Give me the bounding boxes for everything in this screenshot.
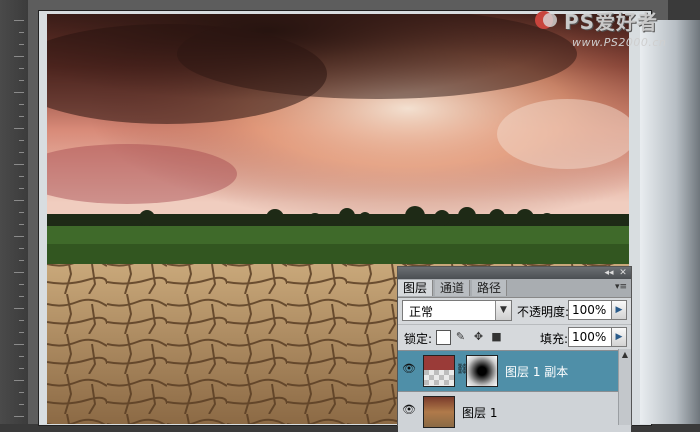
lock-all-icon[interactable]: ■ [490,330,503,343]
blend-opacity-row: 正常 ▼ 不透明度: 100% ▶ [398,298,631,322]
layer-row-copy[interactable]: 👁 ⛓ 图层 1 副本 [398,350,631,391]
opacity-label: 不透明度: [517,305,570,319]
scroll-up-icon[interactable]: ▲ [620,350,630,360]
lock-transparency-icon[interactable] [436,330,451,345]
layer-name[interactable]: 图层 1 [462,404,497,421]
eye-icon[interactable]: 👁 [402,404,416,416]
layers-panel: ◂◂ ✕ 图层 通道 路径 ▾≡ 正常 ▼ 不透明度: 100% ▶ 锁定: ✎… [397,266,632,432]
tab-layers[interactable]: 图层 [398,280,434,296]
opacity-field[interactable]: 100% [568,300,615,320]
layer-thumbnail[interactable] [423,355,455,387]
layer-thumbnail[interactable] [423,396,455,428]
eye-icon[interactable]: 👁 [402,363,416,375]
fill-label: 填充: [540,332,569,346]
lock-label: 锁定: [404,332,433,346]
ps-logo-icon [535,11,557,29]
layers-scrollbar[interactable]: ▲ [618,349,631,425]
panel-titlebar[interactable]: ◂◂ ✕ [398,267,631,279]
layer-row-base[interactable]: 👁 图层 1 [398,391,631,432]
panel-tabs: 图层 通道 路径 ▾≡ [398,279,631,298]
opacity-slider-button[interactable]: ▶ [611,300,627,320]
blend-mode-select[interactable]: 正常 ▼ [402,300,512,321]
chevron-down-icon[interactable]: ▼ [495,301,511,320]
close-icon[interactable]: ✕ [618,268,628,278]
watermark: PS爱好者 www.PS2000.cn [534,6,694,52]
watermark-title: PS爱好者 [564,10,659,34]
collapse-icon[interactable]: ◂◂ [604,268,614,278]
blend-mode-value: 正常 [409,305,434,319]
vertical-ruler [0,0,29,424]
layer-name[interactable]: 图层 1 副本 [505,363,568,380]
watermark-url: www.PS2000.cn [572,36,667,49]
fill-slider-button[interactable]: ▶ [611,327,627,347]
lock-position-move-icon[interactable]: ✥ [472,330,485,343]
lock-fill-row: 锁定: ✎ ✥ ■ 填充: 100% ▶ [398,324,631,349]
fill-field[interactable]: 100% [568,327,615,347]
tab-paths[interactable]: 路径 [472,280,508,296]
lock-pixels-brush-icon[interactable]: ✎ [454,330,467,343]
canvas-edge-gradient [640,20,700,424]
panel-menu-icon[interactable]: ▾≡ [615,282,627,292]
tab-channels[interactable]: 通道 [435,280,471,296]
layer-mask-thumbnail[interactable] [466,355,498,387]
